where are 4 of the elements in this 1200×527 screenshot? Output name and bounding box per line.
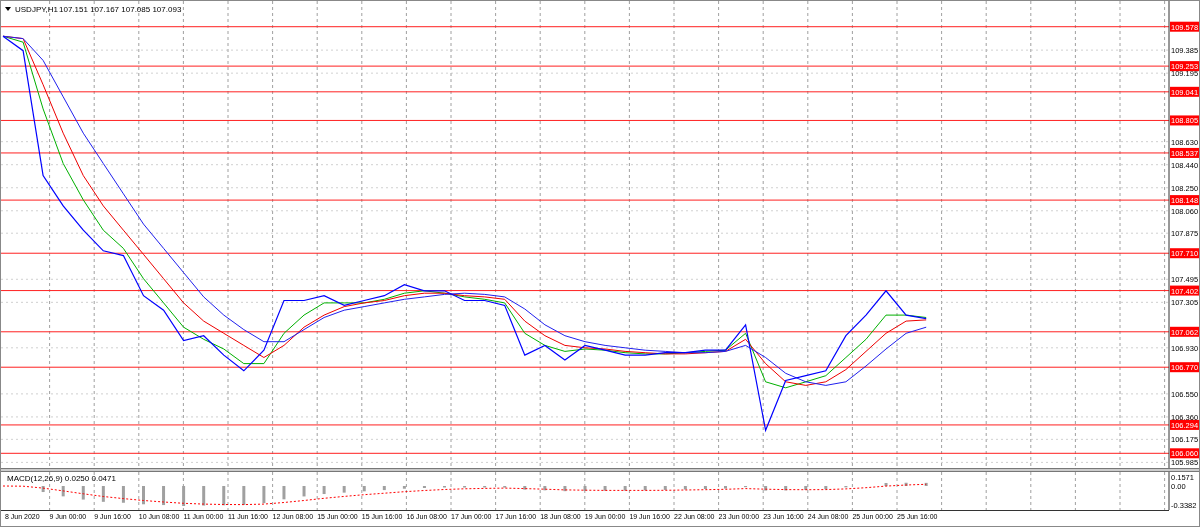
macd-title: MACD(12,26,9) 0.0250 0.0471 bbox=[7, 474, 116, 483]
quote-values-text: 107.151 107.167 107.085 107.093 bbox=[59, 5, 182, 14]
symbol-text: USDJPY,H1 bbox=[15, 5, 58, 14]
dropdown-triangle-icon[interactable] bbox=[5, 7, 11, 11]
